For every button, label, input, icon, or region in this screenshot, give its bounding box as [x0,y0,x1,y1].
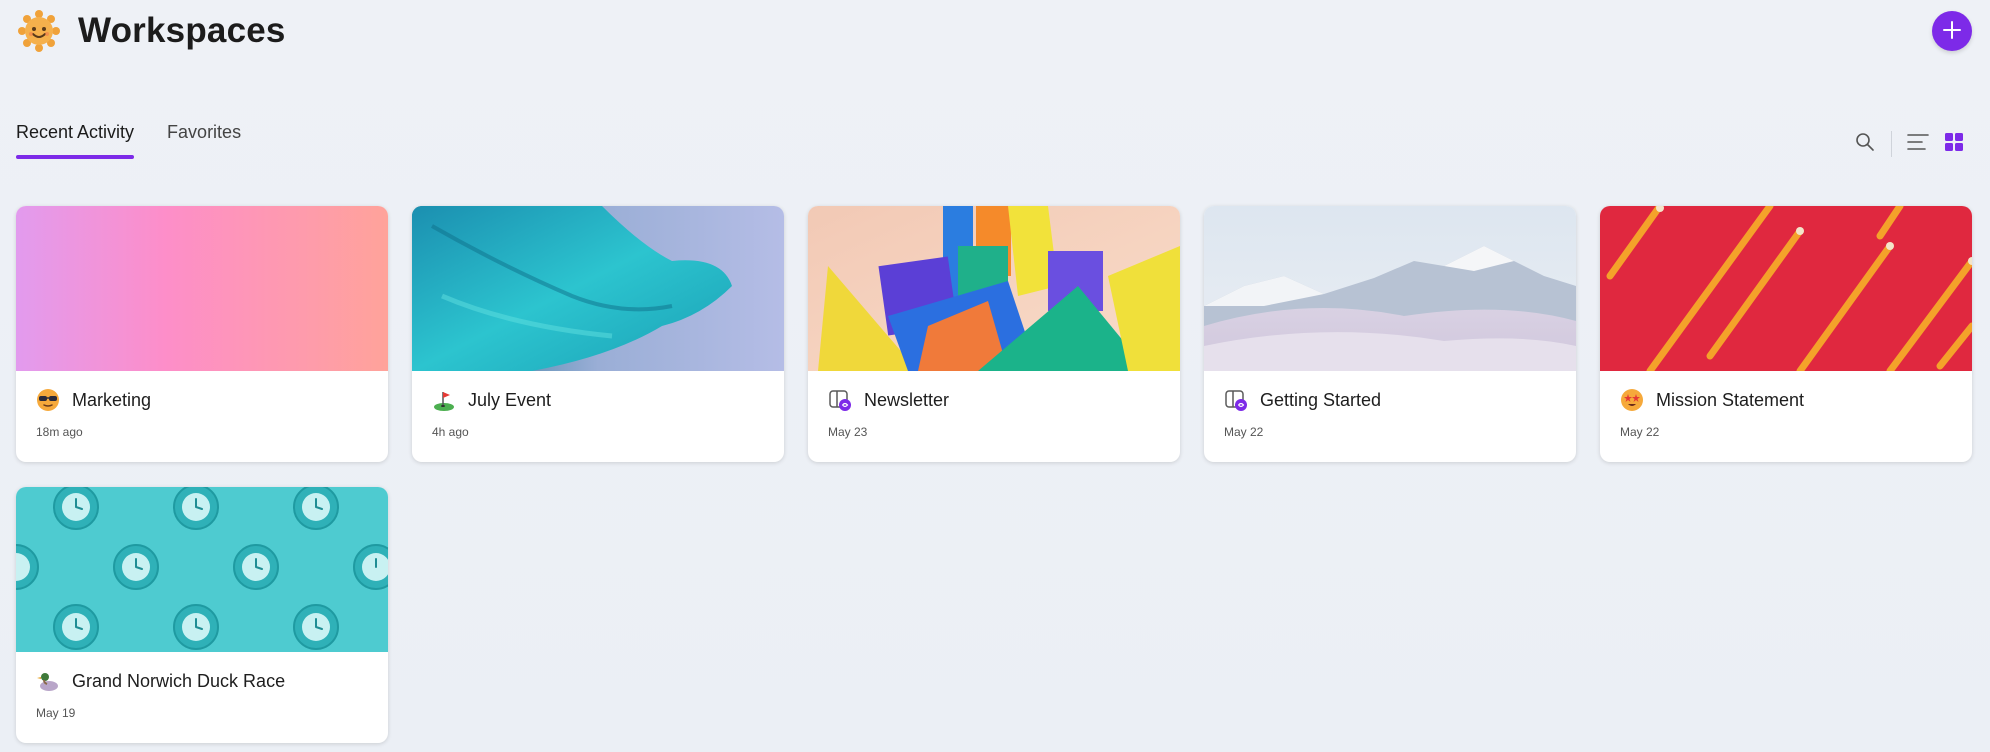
loop-page-icon [1224,388,1248,412]
grid-view-button[interactable] [1936,126,1972,162]
page-title: Workspaces [78,11,286,50]
golf-flag-icon [432,388,456,412]
card-title: Newsletter [864,389,950,410]
card-timestamp: May 22 [1224,425,1264,439]
list-view-button[interactable] [1900,126,1936,162]
workspace-card-marketing[interactable]: Marketing 18m ago [16,206,388,462]
tab-recent-activity[interactable]: Recent Activity [16,122,135,159]
card-timestamp: 4h ago [432,425,469,439]
workspace-card-getting-started[interactable]: Getting Started May 22 [1204,206,1576,462]
toolbar-divider [1891,131,1892,157]
workspace-card-newsletter[interactable]: Newsletter May 23 [808,206,1180,462]
card-title: July Event [468,389,552,410]
card-cover-image [412,206,784,371]
card-timestamp: May 22 [1620,425,1660,439]
workspace-card-grand-norwich-duck-race[interactable]: Grand Norwich Duck Race May 19 [16,487,388,743]
list-view-icon [1907,133,1929,156]
workspace-card-mission-statement[interactable]: Mission Statement May 22 [1600,206,1972,462]
tab-favorites[interactable]: Favorites [167,122,241,159]
header: Workspaces [18,10,286,52]
workspace-grid: Marketing 18m ago July Event 4h ago News… [16,206,1972,743]
search-button[interactable] [1847,126,1883,162]
star-struck-face-icon [1620,388,1644,412]
card-title: Getting Started [1260,389,1382,410]
plus-icon [1942,20,1962,43]
grid-view-icon [1944,132,1964,157]
card-cover-image [808,206,1180,371]
duck-icon [36,669,60,693]
add-workspace-button[interactable] [1932,11,1972,51]
sun-face-icon [18,10,60,52]
card-cover-image [1204,206,1576,371]
card-title: Mission Statement [1656,389,1805,410]
workspace-card-july-event[interactable]: July Event 4h ago [412,206,784,462]
card-cover-image [1600,206,1972,371]
card-cover-image [16,487,388,652]
card-title: Grand Norwich Duck Race [72,670,286,691]
card-timestamp: May 23 [828,425,868,439]
loop-page-icon [828,388,852,412]
card-cover-image [16,206,388,371]
card-timestamp: 18m ago [36,425,83,439]
view-toolbar [1847,126,1972,162]
tab-bar: Recent Activity Favorites [16,122,241,159]
card-timestamp: May 19 [36,706,76,720]
card-title: Marketing [72,389,152,410]
sunglasses-face-icon [36,388,60,412]
search-icon [1855,132,1875,157]
